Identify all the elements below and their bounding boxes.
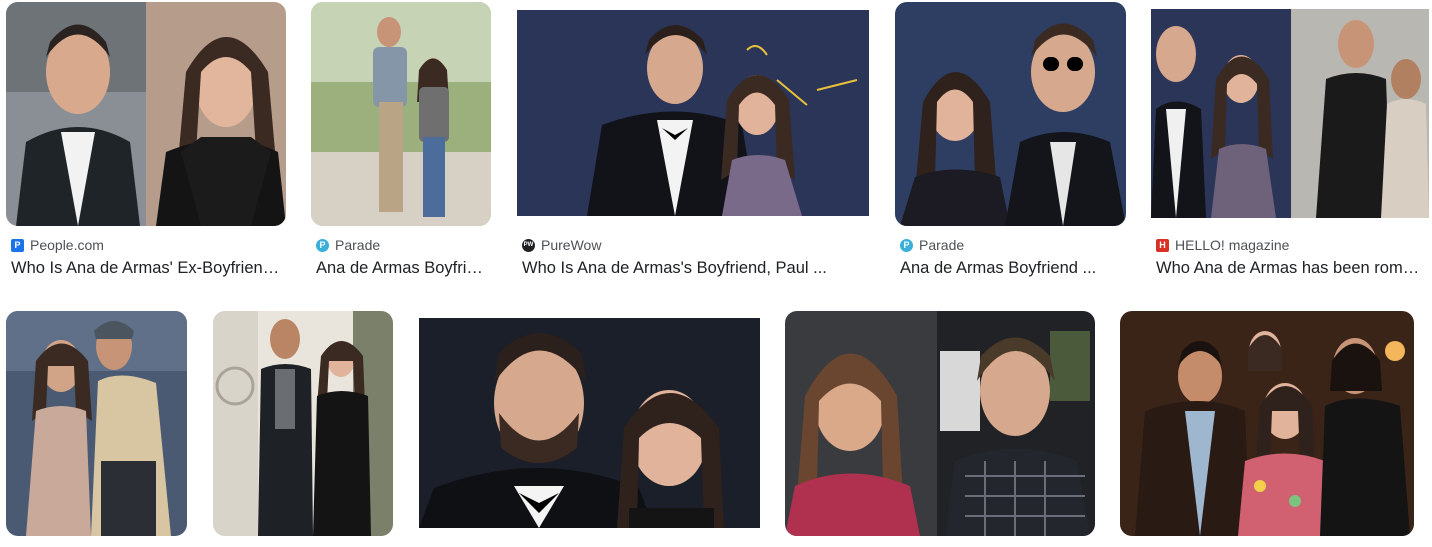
parade-favicon-icon: P [316,238,329,252]
result-title[interactable]: Who Is Ana de Armas's Boyfriend, Paul ..… [522,259,867,278]
result-source: P Parade [316,237,380,253]
result-source: PW PureWow [522,237,601,253]
result-thumbnail[interactable] [517,10,869,216]
result-thumbnail[interactable] [419,318,760,528]
source-name: Parade [335,237,381,253]
source-name: HELLO! magazine [1175,237,1290,253]
source-name: People.com [30,237,104,253]
result-thumbnail[interactable] [213,311,393,536]
result-source: P People.com [11,237,104,253]
result-title[interactable]: Who Is Ana de Armas' Ex-Boyfriend ... [11,259,283,278]
people-favicon-icon: P [11,238,24,252]
result-thumbnail[interactable] [6,311,187,536]
result-thumbnail[interactable] [1120,311,1414,536]
result-thumbnail[interactable] [895,2,1126,226]
parade-favicon-icon: P [900,238,913,252]
purewow-favicon-icon: PW [522,238,535,252]
result-thumbnail[interactable] [311,2,491,226]
result-title[interactable]: Ana de Armas Boyfriend ... [316,259,488,278]
source-name: Parade [919,237,965,253]
source-name: PureWow [541,237,602,253]
result-title[interactable]: Ana de Armas Boyfriend ... [900,259,1122,278]
hello-favicon-icon: H [1156,238,1169,252]
result-source: H HELLO! magazine [1156,237,1289,253]
result-thumbnail[interactable] [785,311,1095,536]
result-source: P Parade [900,237,964,253]
result-title[interactable]: Who Ana de Armas has been romantically .… [1156,259,1422,278]
result-thumbnail[interactable] [6,2,286,226]
result-thumbnail[interactable] [1151,9,1429,218]
